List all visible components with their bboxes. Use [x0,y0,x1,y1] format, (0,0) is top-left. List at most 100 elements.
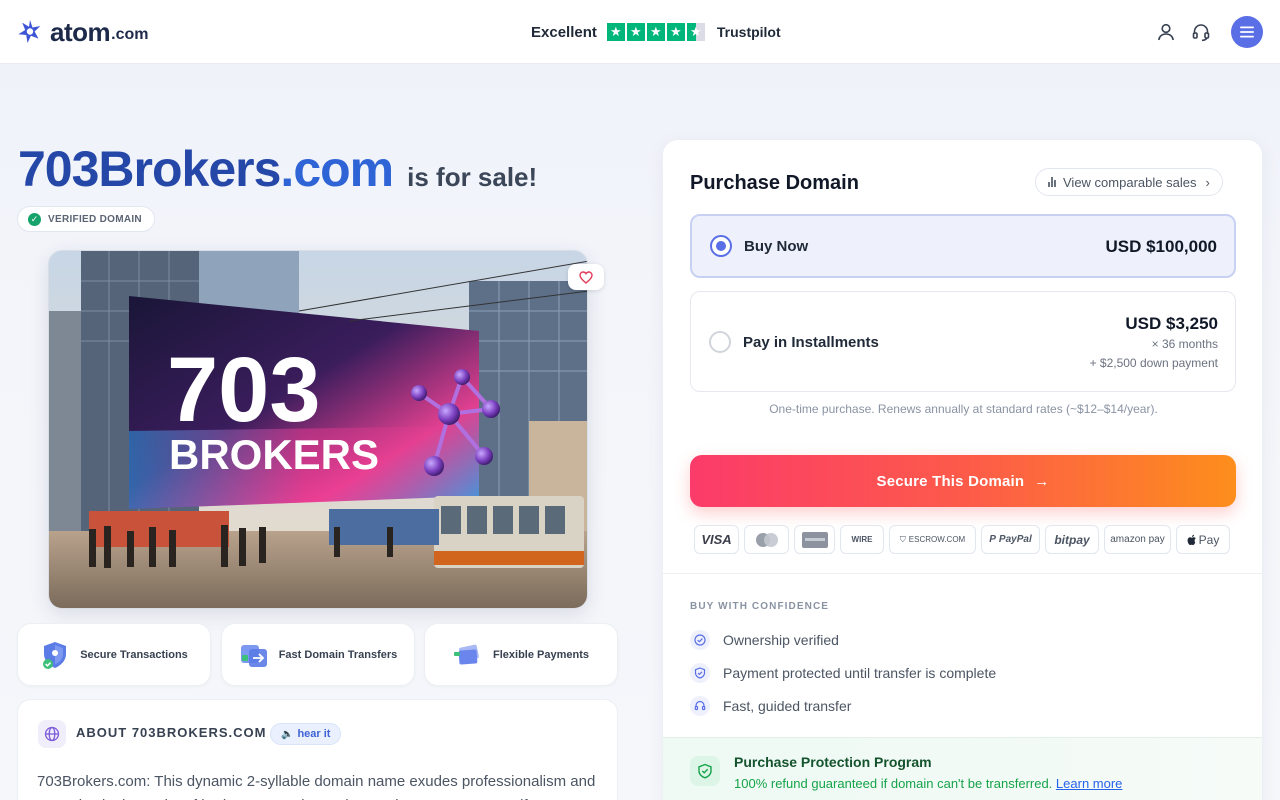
amazon-pay-logo: amazon pay [1104,525,1171,554]
option-buy-now[interactable]: Buy Now USD $100,000 [690,214,1236,278]
mastercard-logo [744,525,789,554]
installment-price: USD $3,250 [1125,314,1218,333]
trustpilot-rating[interactable]: Excellent ★ ★ ★ ★ ★ Trustpilot [531,20,781,44]
feature-fast-transfers: Fast Domain Transfers [221,623,415,686]
confidence-label: Payment protected until transfer is comp… [723,665,997,681]
heart-icon [579,270,593,284]
apple-icon [1187,534,1196,545]
escrow-logo: ⛉ ESCROW.COM [889,525,976,554]
comparable-label: View comparable sales [1063,174,1197,190]
star-icon: ★ [606,23,625,41]
atom-logo-icon [18,20,41,43]
payment-methods: VISA WIRE ⛉ ESCROW.COM P PayPal bitpay ama… [694,525,1230,554]
apple-pay-logo: Pay [1176,525,1230,554]
confidence-label: Ownership verified [723,632,839,648]
amex-logo [794,525,835,554]
verified-badge: ✓ VERIFIED DOMAIN [17,206,155,232]
domain-name: 703Brokers.com [18,140,394,198]
option-installments[interactable]: Pay in Installments USD $3,250 × 36 mont… [690,291,1236,392]
check-icon: ✓ [28,212,41,226]
apple-pay-label: Pay [1198,532,1220,547]
cta-label: Secure This Domain [876,472,1025,490]
trustpilot-brand: Trustpilot [716,24,781,40]
payment-icon [454,644,479,664]
confidence-item: Payment protected until transfer is comp… [690,663,996,683]
atom-logo[interactable]: atom .com [16,16,148,48]
confidence-item: Ownership verified [690,630,839,650]
chevron-right-icon: › [1205,174,1210,190]
protection-title: Purchase Protection Program [734,754,932,770]
half-star-icon: ★ [686,23,705,41]
escrow-shield-icon: ⛉ [899,534,906,544]
radio-installments[interactable] [709,331,731,353]
logo-tld: .com [111,26,149,43]
hero-billboard-image: 703 BROKERS [48,250,588,609]
section-divider [663,573,1262,574]
confidence-title: BUY WITH CONFIDENCE [690,601,830,612]
bitpay-logo: bitpay [1045,525,1099,554]
support-headset-icon[interactable] [1189,20,1213,44]
trust-stars: ★ ★ ★ ★ ★ [606,23,705,41]
verified-label: VERIFIED DOMAIN [48,213,142,225]
escrow-label: ESCROW.COM [908,535,966,544]
option-label: Buy Now [744,238,809,255]
visa-logo: VISA [694,525,739,554]
shield-check-icon [690,663,710,683]
paypal-p-icon: P [989,534,996,545]
account-icon[interactable] [1154,20,1178,44]
view-comparable-sales-button[interactable]: View comparable sales › [1035,168,1223,196]
purchase-protection-banner: Purchase Protection Program 100% refund … [663,737,1262,800]
arrow-right-icon: → [1034,472,1050,490]
billboard-number: 703 [167,339,321,441]
site-header: atom .com Excellent ★ ★ ★ ★ ★ Trustpilot [0,0,1280,64]
feature-label: Secure Transactions [80,648,188,661]
feature-label: Fast Domain Transfers [278,648,398,661]
globe-icon [38,720,66,748]
about-title: ABOUT 703BROKERS.COM [76,725,267,740]
about-description: 703Brokers.com: This dynamic 2-syllable … [37,773,596,800]
paypal-logo: P PayPal [981,525,1040,554]
speaker-icon: 🔈 [281,728,294,740]
domain-name-main: 703Brokers [18,141,281,197]
hamburger-icon [1240,26,1254,38]
paypal-label: PayPal [998,534,1032,545]
transfer-icon [240,644,267,667]
feature-flexible-payments: Flexible Payments [424,623,618,686]
logo-wordmark: atom [50,16,111,47]
confidence-label: Fast, guided transfer [723,698,852,714]
option-price: USD $100,000 [1105,237,1217,256]
secure-domain-button[interactable]: Secure This Domain → [690,455,1236,507]
menu-button[interactable] [1231,16,1263,48]
domain-heading: 703Brokers.com is for sale! [18,140,537,198]
learn-more-link[interactable]: Learn more [1056,776,1122,791]
protection-desc-text: 100% refund guaranteed if domain can't b… [734,776,1053,791]
renewal-note: One-time purchase. Renews annually at st… [769,402,1158,416]
star-icon: ★ [666,23,685,41]
protection-description: 100% refund guaranteed if domain can't b… [734,776,1122,791]
for-sale-text: is for sale! [407,162,538,192]
confidence-item: Fast, guided transfer [690,696,851,716]
star-icon: ★ [646,23,665,41]
bar-chart-icon [1048,177,1056,187]
purchase-panel: Purchase Domain View comparable sales › … [662,139,1263,800]
purchase-title: Purchase Domain [690,172,859,194]
shield-check-icon [690,756,720,786]
headset-icon [690,696,710,716]
feature-label: Flexible Payments [493,648,589,661]
about-domain-card: ABOUT 703BROKERS.COM 🔈 hear it 703Broker… [17,699,618,800]
installment-down-payment: + $2,500 down payment [1089,356,1218,370]
check-circle-icon [690,630,710,650]
trust-rating-text: Excellent [531,23,597,41]
wire-transfer-logo: WIRE [840,525,884,554]
hear-it-button[interactable]: 🔈 hear it [270,723,342,745]
star-icon: ★ [626,23,645,41]
installment-term: × 36 months [1151,337,1218,351]
billboard-word: BROKERS [169,431,379,478]
shield-icon [43,641,67,669]
favorite-button[interactable] [568,264,604,290]
radio-buy-now[interactable] [710,235,732,257]
domain-name-tld: .com [280,141,394,197]
feature-secure-transactions: Secure Transactions [17,623,211,686]
option-label: Pay in Installments [743,334,879,351]
hear-it-label: hear it [297,728,331,740]
